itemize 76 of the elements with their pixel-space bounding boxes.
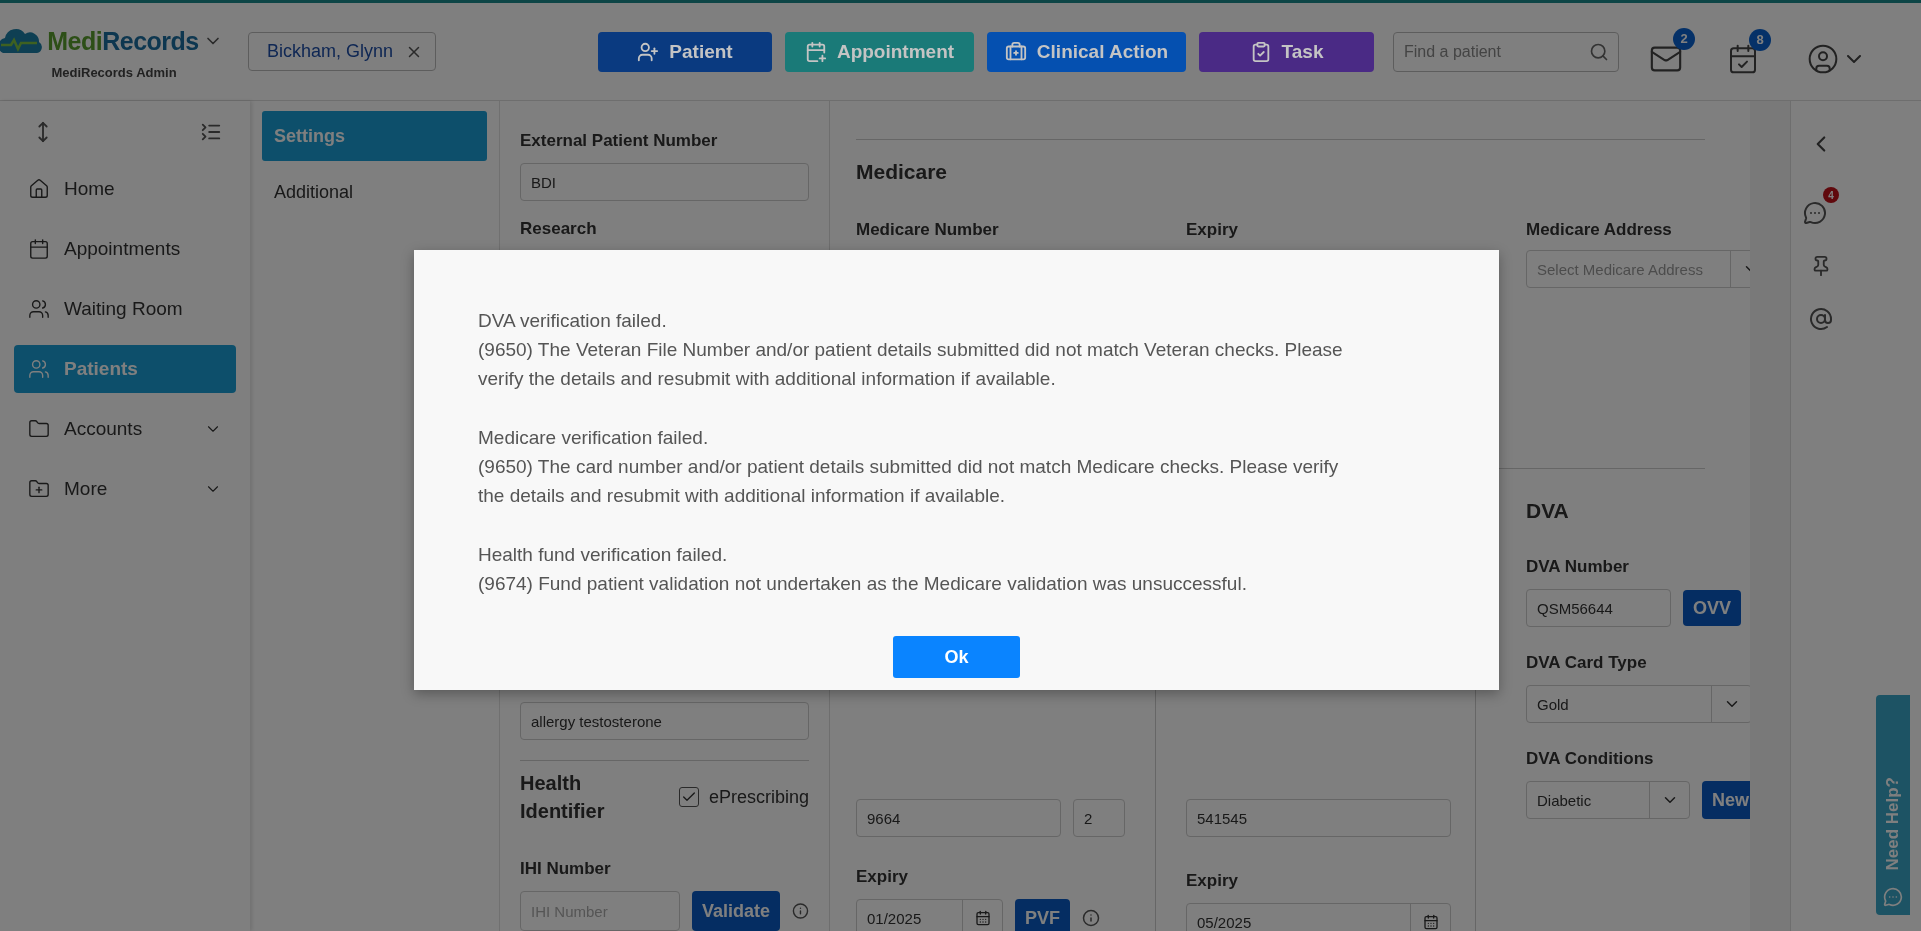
sidebar-item[interactable]: Waiting Room [14, 285, 236, 333]
mail-button[interactable]: 2 [1649, 27, 1695, 76]
action-button[interactable]: Task [1199, 31, 1374, 72]
date-field[interactable]: 05/2025 [1186, 903, 1451, 931]
sidebar-item[interactable]: Patients [14, 345, 236, 393]
input-field[interactable]: 9664 [856, 799, 1061, 837]
field-label: Expiry [856, 867, 909, 887]
chevron-down-icon [1847, 54, 1861, 63]
patient-tab[interactable]: Bickham, Glynn [248, 32, 437, 71]
dialog-message: DVA verification failed. (9650) The Veteran File Number and/or patient details submitted did not match Veteran checks. Please verify the details and resubmit with additional information if available. [478, 309, 1344, 391]
count-badge: 8 [1749, 28, 1771, 51]
account-name: MediRecords Admin [51, 65, 177, 80]
user-icon [1807, 42, 1839, 75]
sidebar-item[interactable]: Home [14, 165, 236, 213]
field-label: DVA Conditions [1526, 749, 1655, 769]
ovv-button[interactable]: OVV [1683, 590, 1741, 626]
calendar-icon [974, 910, 991, 926]
input-field[interactable]: QSM56644 [1526, 589, 1671, 627]
action-button[interactable]: Patient [598, 31, 772, 72]
collapse-menu-icon[interactable] [200, 121, 222, 143]
date-field[interactable]: 01/2025 [856, 899, 1003, 931]
section-heading: Medicare [856, 160, 949, 184]
chat-button[interactable]: 4 [1803, 187, 1839, 225]
info-icon [792, 901, 809, 921]
people-icon [28, 358, 50, 380]
tasks-button[interactable]: 8 [1727, 28, 1771, 75]
select-field[interactable]: Gold [1526, 685, 1752, 723]
input-field[interactable]: BDI [520, 163, 809, 201]
search-icon [1589, 41, 1609, 62]
sidebar-item[interactable]: Appointments [14, 225, 236, 273]
subnav-item[interactable]: Additional [262, 167, 487, 217]
select-field[interactable]: Diabetic [1526, 781, 1690, 819]
field-label: External Patient Number [520, 131, 719, 151]
pvf-button[interactable]: PVF [1015, 899, 1070, 931]
sidebar-item[interactable]: Accounts [14, 405, 236, 453]
medical-briefcase-icon [1004, 40, 1027, 63]
count-badge: 4 [1823, 187, 1839, 203]
field-label: Medicare Number [856, 220, 1000, 241]
calendar-icon [1422, 914, 1439, 930]
calendar-check-icon [1727, 42, 1759, 75]
count-badge: 2 [1673, 27, 1695, 50]
input-field[interactable]: 2 [1073, 799, 1125, 837]
calendar-icon [28, 238, 50, 260]
input-field[interactable]: 541545 [1186, 799, 1451, 837]
mention-icon[interactable] [1809, 307, 1833, 331]
search-field[interactable]: Find a patient [1393, 31, 1619, 72]
chat-icon [1883, 887, 1903, 907]
dialog-message: Health fund verification failed. (9674) Fund patient validation not undertaken as the Medicare validation was unsuccessful. [478, 543, 1248, 596]
sidebar-item[interactable]: More [14, 465, 236, 513]
validate-button[interactable]: Validate [692, 891, 781, 931]
field-label: DVA Number [1526, 557, 1630, 577]
folder-plus-icon [28, 478, 50, 500]
action-button[interactable]: Appointment [785, 31, 974, 72]
input-field[interactable]: allergy testosterone [520, 702, 809, 740]
field-label: Expiry [1186, 871, 1239, 891]
home-icon [28, 178, 50, 200]
people-icon [28, 298, 50, 320]
checkbox[interactable] [678, 787, 699, 807]
user-plus-icon [637, 40, 660, 63]
folder-icon [28, 418, 50, 440]
field-label: IHI Number [520, 859, 612, 879]
action-button[interactable]: Clinical Action [987, 31, 1186, 72]
checkbox-label: ePrescribing [708, 786, 809, 808]
info-icon [1082, 909, 1100, 927]
field-label: Medicare Address [1526, 220, 1673, 240]
section-title: Health Identifier [520, 771, 606, 824]
section-heading: DVA [1526, 499, 1570, 523]
calendar-plus-icon [804, 40, 827, 63]
chat-icon [1803, 201, 1827, 225]
dialog-message: Medicare verification failed. (9650) The card number and/or patient details submitted did not match Medicare checks. Please verify the details and resubmit with additional information if available. [478, 426, 1340, 508]
logo-text: MediRecords [47, 26, 199, 56]
ok-button[interactable]: Ok [893, 636, 1020, 678]
field-label: Expiry [1186, 220, 1239, 241]
field-label: Research [520, 219, 598, 239]
field-label: DVA Card Type [1526, 653, 1648, 673]
subnav-item[interactable]: Settings [262, 111, 487, 161]
